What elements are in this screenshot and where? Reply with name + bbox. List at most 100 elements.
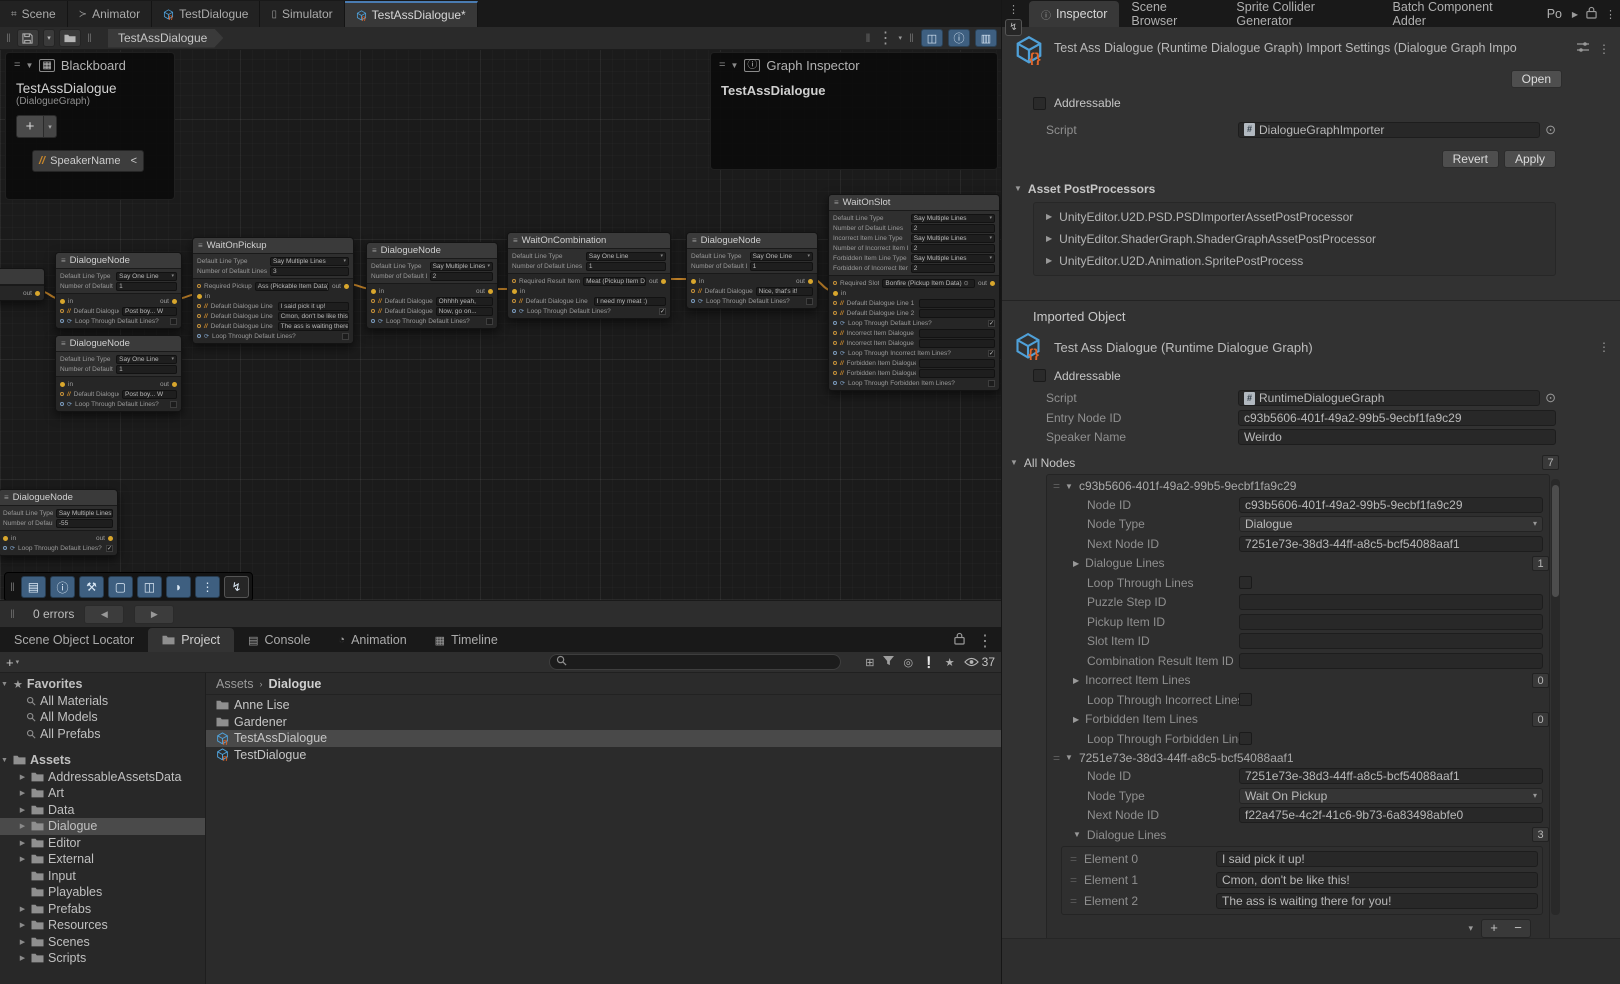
graph-node-waitonpickup[interactable]: ≡WaitOnPickupDefault Line TypeSay Multip… [192, 237, 354, 344]
out-port[interactable] [661, 279, 666, 284]
foldout-dialogue-lines[interactable]: ▶Dialogue Lines1 [1047, 554, 1549, 574]
tree-item-all-prefabs[interactable]: All Prefabs [0, 726, 205, 743]
out-port[interactable] [108, 536, 113, 541]
open-in-search-icon[interactable]: ⊞ [865, 656, 874, 669]
blackboard-toggle-button[interactable]: ◫ [921, 29, 943, 47]
object-picker-icon[interactable]: ⊙ [1545, 390, 1556, 406]
checkbox-loop-through-default-lines[interactable]: ✓ [659, 308, 666, 315]
object-picker-icon[interactable]: ⊙ [964, 280, 969, 287]
out-port[interactable] [808, 279, 813, 284]
file-item-testdialogue[interactable]: {}TestDialogue [206, 747, 1001, 764]
editor-tab-simulator[interactable]: ▯ Simulator [260, 1, 344, 27]
object-pin-icon[interactable] [197, 284, 201, 288]
string-pin-icon[interactable] [197, 314, 201, 318]
foldout-arrow-icon[interactable]: ▶ [1046, 234, 1052, 243]
graph-inspector-toggle-button[interactable]: ⓘ [948, 29, 970, 47]
lock-icon[interactable] [1586, 6, 1597, 22]
graph-node-dialoguenode[interactable]: ≡DialogueNodeDefault Line TypeSay Multip… [0, 489, 118, 556]
string-pin-icon[interactable] [60, 392, 64, 396]
node-header[interactable]: ≡StartNode [0, 269, 44, 285]
project-search-input[interactable] [549, 654, 841, 670]
hidden-count[interactable]: 37 [964, 655, 995, 669]
file-item-gardener[interactable]: Gardener [206, 714, 1001, 731]
script-field[interactable]: #RuntimeDialogueGraph [1238, 390, 1540, 406]
tree-item-data[interactable]: ▶Data [0, 802, 205, 819]
input-incorrect-item-dialogue-line-2[interactable] [919, 339, 995, 348]
node-header[interactable]: ≡DialogueNode [56, 253, 181, 269]
foldout-arrow-icon[interactable]: ▶ [18, 921, 27, 929]
foldout-arrow-icon[interactable]: ▶ [18, 822, 27, 830]
checkbox-loop-through-default-lines[interactable]: ✓ [988, 320, 995, 327]
chevron-left-icon[interactable]: < [131, 155, 137, 167]
tree-item-art[interactable]: ▶Art [0, 785, 205, 802]
breadcrumb-root[interactable]: Assets [216, 677, 254, 691]
file-item-anne-lise[interactable]: Anne Lise [206, 697, 1001, 714]
input-default-dialogue-line[interactable]: Post boy... W [122, 390, 177, 399]
inspector-tab-batch-component-adder[interactable]: Batch Component Adder [1381, 1, 1535, 27]
node-header[interactable]: ≡WaitOnSlot [829, 195, 999, 211]
input-default-dialogue-line-2[interactable]: Now, go on... [436, 307, 493, 316]
save-dropdown-button[interactable]: ▾ [43, 29, 55, 47]
input-number-of-default-lines[interactable]: 1 [750, 262, 813, 271]
foldout-dialogue-lines[interactable]: ▼Dialogue Lines3 [1047, 825, 1549, 845]
input-default-dialogue-line[interactable]: I need my meat :) [594, 297, 666, 306]
graph-canvas[interactable]: = ▼ ▦ Blackboard TestAssDialogue (Dialog… [0, 50, 1001, 600]
apply-button[interactable]: Apply [1504, 150, 1556, 168]
kebab-icon[interactable]: ⋮ [1598, 340, 1610, 354]
input-default-dialogue-line-2[interactable]: Cmon, don't be like this! [278, 312, 349, 321]
chevron-down-icon[interactable]: ▾ [899, 34, 903, 42]
blackboard-panel[interactable]: = ▼ ▦ Blackboard TestAssDialogue (Dialog… [5, 52, 175, 200]
remove-element-button[interactable]: − [1506, 920, 1530, 937]
foldout-arrow-icon[interactable]: ▼ [1065, 753, 1073, 762]
bool-pin-icon[interactable] [60, 319, 64, 323]
postprocessor-item[interactable]: ▶UnityEditor.U2D.Animation.SpritePostPro… [1034, 250, 1555, 272]
create-asset-button[interactable]: + [6, 655, 14, 670]
add-element-button[interactable]: + [1482, 920, 1506, 937]
node-menu-icon[interactable]: ≡ [372, 246, 377, 255]
revert-button[interactable]: Revert [1442, 150, 1499, 168]
dropdown-default-line-type[interactable]: Say Multiple Lines▾ [911, 214, 995, 223]
drag-handle-icon[interactable]: = [1066, 894, 1080, 908]
node-header[interactable]: ≡DialogueNode [56, 336, 181, 352]
out-port[interactable] [35, 291, 40, 296]
node-group-header[interactable]: =▼7251e73e-38d3-44ff-a8c5-bcf54088aaf1 [1047, 749, 1549, 767]
graph-node-dialoguenode[interactable]: ≡DialogueNodeDefault Line TypeSay One Li… [55, 252, 182, 329]
tools-button[interactable]: ⚒ [79, 576, 104, 598]
bool-pin-icon[interactable] [833, 321, 837, 325]
open-button[interactable]: Open [1511, 70, 1562, 88]
console-button[interactable]: ▤ [21, 576, 46, 598]
out-port[interactable] [344, 284, 349, 289]
node-header[interactable]: ≡WaitOnCombination [508, 233, 670, 249]
dock-tab-project[interactable]: Project [148, 628, 234, 652]
foldout-arrow-icon[interactable]: ▶ [18, 806, 27, 814]
checkbox-loop-through-lines[interactable] [1239, 576, 1252, 589]
object-picker-icon[interactable]: ⊙ [1545, 122, 1556, 138]
string-pin-icon[interactable] [833, 371, 837, 375]
drag-handle-icon[interactable]: = [719, 59, 724, 71]
node-menu-icon[interactable]: ≡ [61, 339, 66, 348]
graph-node-waitoncombination[interactable]: ≡WaitOnCombinationDefault Line TypeSay O… [507, 232, 671, 319]
dropdown-forbidden-item-line-type[interactable]: Say Multiple Lines▾ [911, 254, 995, 263]
foldout-arrow-icon[interactable]: ▶ [18, 789, 27, 797]
node-header[interactable]: ≡DialogueNode [367, 243, 497, 259]
inspector-tab-sprite-collider-generator[interactable]: Sprite Collider Generator [1224, 1, 1380, 27]
input-number-of-default-lines[interactable]: 2 [911, 224, 995, 233]
dropdown-default-line-type[interactable]: Say Multiple Lines▾ [56, 509, 113, 518]
node-menu-icon[interactable]: ≡ [4, 493, 9, 502]
count-badge[interactable]: 0 [1532, 712, 1549, 727]
bool-pin-icon[interactable] [691, 299, 695, 303]
foldout-arrow-icon[interactable]: ▶ [18, 839, 27, 847]
checkbox-loop-through-incorrect-lines[interactable] [1239, 693, 1252, 706]
tree-item-scenes[interactable]: ▶Scenes [0, 934, 205, 951]
bool-pin-icon[interactable] [833, 351, 837, 355]
in-port[interactable] [60, 382, 65, 387]
addressable-checkbox[interactable] [1033, 97, 1046, 110]
out-port[interactable] [488, 289, 493, 294]
in-port[interactable] [691, 279, 696, 284]
in-port[interactable] [60, 299, 65, 304]
file-item-testassdialogue[interactable]: {}TestAssDialogue [206, 730, 1001, 747]
favorites-star-icon[interactable]: ★ [945, 656, 955, 669]
inspector-tab-scene-browser[interactable]: Scene Browser [1119, 1, 1224, 27]
info-button[interactable]: ⓘ [50, 576, 75, 598]
in-port[interactable] [833, 291, 838, 296]
